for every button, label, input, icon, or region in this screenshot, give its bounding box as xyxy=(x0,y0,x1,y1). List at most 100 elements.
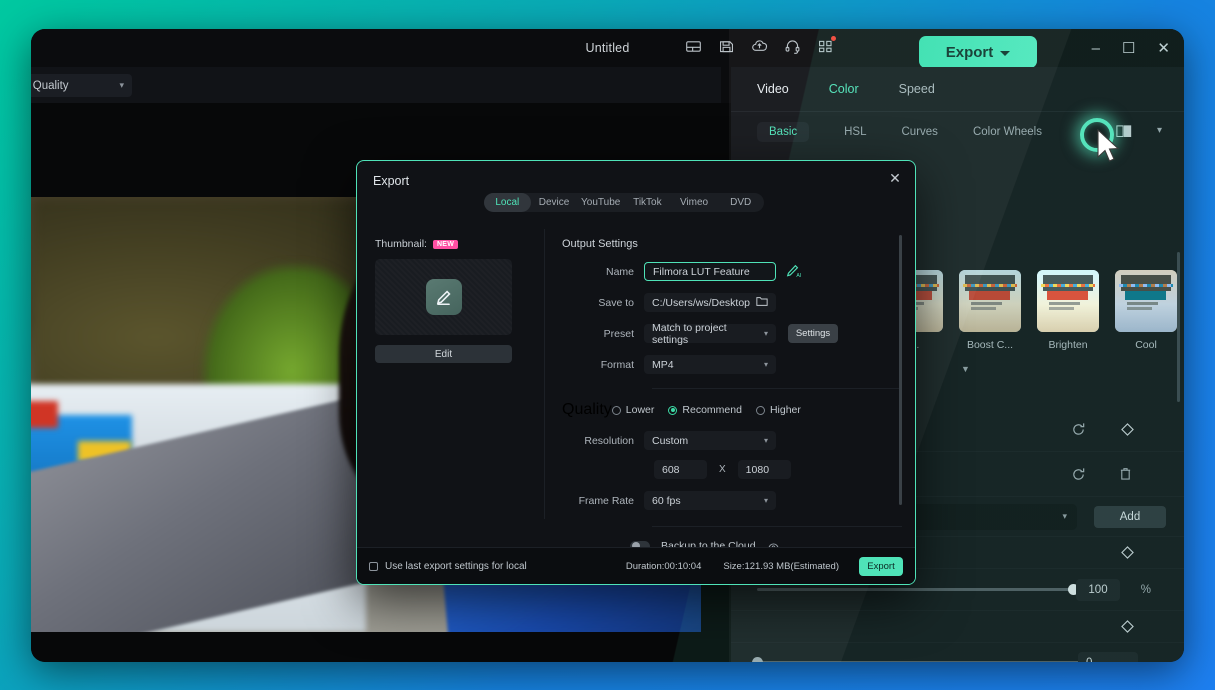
lut-preset-item[interactable]: Boost C... xyxy=(959,270,1021,351)
edit-thumbnail-icon xyxy=(425,279,462,315)
export-confirm-button[interactable]: Export xyxy=(859,556,903,576)
headset-support-icon[interactable] xyxy=(784,38,801,55)
name-input[interactable]: Filmora LUT Feature xyxy=(644,262,776,281)
thumbnail-preview[interactable] xyxy=(375,259,512,335)
adjustment-row-second: 0 xyxy=(731,643,1184,662)
keyframe-icon[interactable] xyxy=(1121,620,1134,633)
export-button-top[interactable]: Export xyxy=(919,36,1037,68)
chevron-down-icon: ▾ xyxy=(763,436,768,445)
chevron-down-icon: ▾ xyxy=(763,360,768,369)
edit-thumbnail-label: Edit xyxy=(434,348,453,360)
lut-preset-label: Brighten xyxy=(1048,339,1088,351)
minimize-button[interactable]: – xyxy=(1092,41,1100,56)
grid-menu-icon[interactable] xyxy=(817,36,836,55)
window-controls: – ☐ ✕ xyxy=(1092,29,1170,67)
height-input[interactable]: 1080 xyxy=(737,460,791,479)
expand-luts-icon[interactable]: ▼ xyxy=(961,364,970,374)
export-dialog-footer: Use last export settings for local Durat… xyxy=(357,547,915,584)
panel-layout-icon[interactable] xyxy=(685,38,702,55)
vertical-divider xyxy=(544,229,545,519)
tab-device[interactable]: Device xyxy=(531,193,578,212)
radio-icon-selected xyxy=(668,405,678,415)
subtab-color-wheels[interactable]: Color Wheels xyxy=(973,126,1042,138)
folder-icon[interactable] xyxy=(756,296,768,310)
export-button-top-label: Export xyxy=(945,43,994,61)
second-slider-knob[interactable] xyxy=(752,657,763,662)
tab-dvd[interactable]: DVD xyxy=(717,193,764,212)
preset-settings-button[interactable]: Settings xyxy=(788,324,838,343)
second-slider[interactable] xyxy=(752,657,1079,662)
lut-preset-item[interactable]: Brighten xyxy=(1037,270,1099,351)
quality-option-lower[interactable]: Lower xyxy=(611,404,654,416)
quality-option-recommend-label: Recommend xyxy=(682,404,742,416)
preset-select[interactable]: Match to project settings ▾ xyxy=(644,322,776,346)
close-button[interactable]: ✕ xyxy=(1157,41,1170,56)
tab-local[interactable]: Local xyxy=(484,193,531,212)
tab-youtube[interactable]: YouTube xyxy=(577,193,624,212)
svg-text:AI: AI xyxy=(796,273,801,279)
lut-preset-item[interactable]: Cool xyxy=(1115,270,1177,351)
quality-option-higher[interactable]: Higher xyxy=(755,404,801,416)
quality-option-recommend[interactable]: Recommend xyxy=(668,404,742,416)
keyframe-icon[interactable] xyxy=(1121,422,1134,436)
reset-icon[interactable] xyxy=(1071,467,1086,482)
chevron-down-icon: ▾ xyxy=(763,329,768,338)
reset-icon[interactable] xyxy=(1071,422,1086,437)
quality-row: Quality Lower Recommend Higher xyxy=(562,401,892,419)
export-dialog: Export ✕ Local Device YouTube TikTok Vim… xyxy=(356,160,916,585)
tab-vimeo[interactable]: Vimeo xyxy=(671,193,718,212)
resolution-label: Resolution xyxy=(584,434,634,447)
edit-thumbnail-button[interactable]: Edit xyxy=(375,345,512,363)
tab-tiktok[interactable]: TikTok xyxy=(624,193,671,212)
quality-label: Quality xyxy=(562,401,612,418)
intensity-slider[interactable] xyxy=(757,584,1079,595)
resolution-select[interactable]: Custom ▾ xyxy=(644,431,776,450)
left-toolbar: l Quality ▾ xyxy=(31,67,721,103)
ai-name-icon[interactable]: AI xyxy=(786,264,801,279)
format-select[interactable]: MP4 ▾ xyxy=(644,355,776,374)
dialog-scrollbar[interactable] xyxy=(899,235,902,505)
format-select-value: MP4 xyxy=(652,358,674,371)
delete-icon[interactable] xyxy=(1119,467,1132,481)
save-icon[interactable] xyxy=(718,38,735,55)
tab-video[interactable]: Video xyxy=(757,82,789,96)
framerate-select[interactable]: 60 fps ▾ xyxy=(644,491,776,510)
use-last-settings-checkbox[interactable] xyxy=(369,561,378,571)
tab-speed[interactable]: Speed xyxy=(899,82,935,96)
width-input-value: 608 xyxy=(662,463,680,476)
subtab-hsl[interactable]: HSL xyxy=(844,126,866,138)
saveto-input-value: C:/Users/ws/Desktop xyxy=(652,296,751,309)
tab-color[interactable]: Color xyxy=(829,82,859,96)
keyframe-icon[interactable] xyxy=(1121,546,1134,559)
width-input[interactable]: 608 xyxy=(654,460,707,479)
subtab-basic[interactable]: Basic xyxy=(757,122,810,142)
quality-dropdown-label: l Quality xyxy=(31,79,69,92)
preset-field-row: Preset Match to project settings ▾ Setti… xyxy=(562,322,892,346)
dimensions-row: 608 X 1080 xyxy=(562,460,892,479)
framerate-select-value: 60 fps xyxy=(652,494,681,507)
title-bar: Untitled Export – ☐ ✕ xyxy=(31,29,1184,68)
add-lut-button[interactable]: Add xyxy=(1094,505,1166,528)
output-settings-section: Output Settings Name Filmora LUT Feature… xyxy=(562,238,902,579)
radio-icon xyxy=(755,405,765,415)
close-icon[interactable]: ✕ xyxy=(885,168,905,188)
radio-icon xyxy=(611,405,621,415)
second-value[interactable]: 0 xyxy=(1078,651,1138,662)
preset-settings-label: Settings xyxy=(795,328,831,339)
height-input-value: 1080 xyxy=(745,463,770,476)
cloud-upload-icon[interactable] xyxy=(751,38,768,55)
intensity-value[interactable]: 100 xyxy=(1076,578,1120,601)
chevron-down-icon: ▾ xyxy=(119,80,124,90)
adjustment-row-second-kf xyxy=(731,611,1184,643)
subtab-curves[interactable]: Curves xyxy=(902,126,938,138)
horizontal-divider xyxy=(652,388,902,389)
chevron-down-icon[interactable]: ▾ xyxy=(1157,125,1162,136)
dimension-separator: X xyxy=(719,464,726,475)
name-input-value: Filmora LUT Feature xyxy=(653,265,750,278)
quality-dropdown[interactable]: l Quality ▾ xyxy=(31,74,132,97)
maximize-button[interactable]: ☐ xyxy=(1122,41,1135,56)
panel-scrollbar[interactable] xyxy=(1177,252,1180,402)
resolution-select-value: Custom xyxy=(652,434,689,447)
quality-option-higher-label: Higher xyxy=(769,404,801,416)
saveto-input[interactable]: C:/Users/ws/Desktop xyxy=(644,293,776,312)
